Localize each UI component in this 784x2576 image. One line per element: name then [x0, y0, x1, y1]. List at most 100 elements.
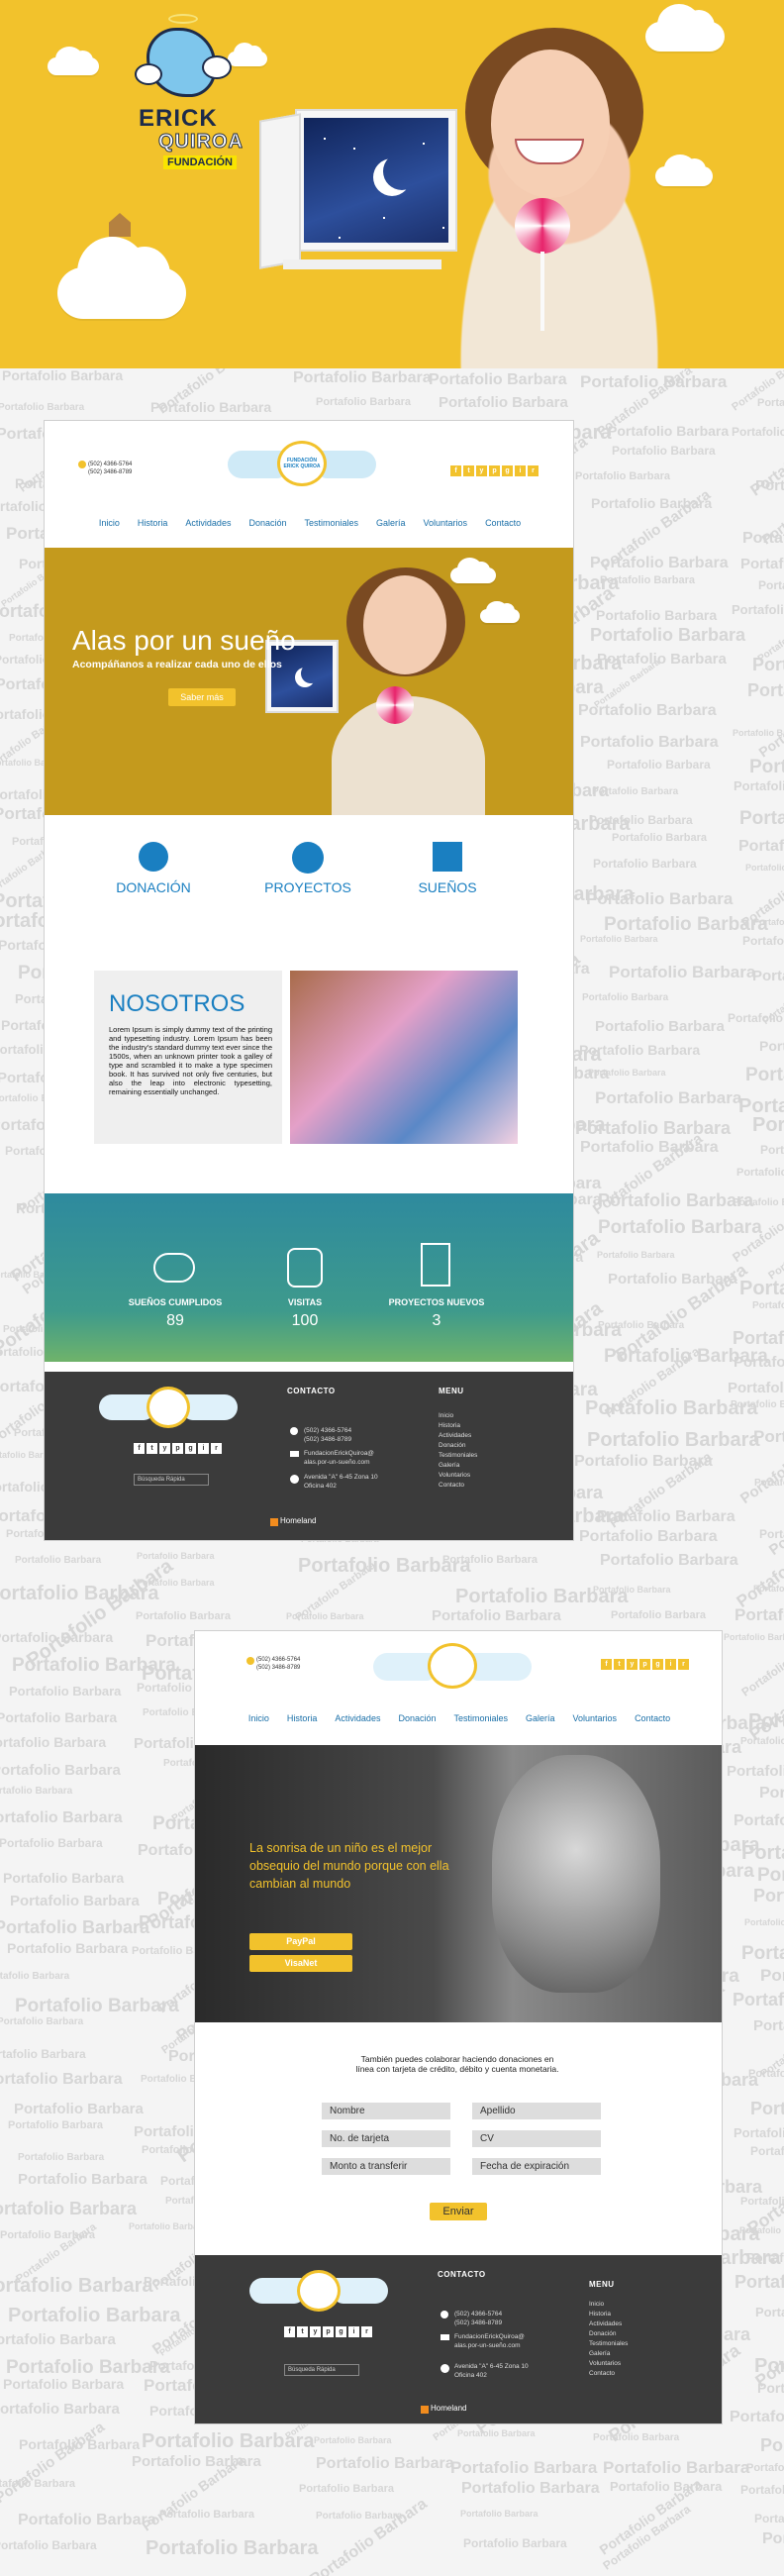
google-icon[interactable]: g: [185, 1443, 196, 1454]
apellido-field[interactable]: Apellido: [472, 2103, 601, 2119]
footer-address-line: Oficina 402: [454, 2372, 487, 2379]
footer-menu: Inicio Historia Actividades Donación Tes…: [439, 1411, 477, 1491]
facebook-icon[interactable]: f: [134, 1443, 145, 1454]
footer-address-line: Avenida "A" 6-45 Zona 10: [454, 2363, 529, 2370]
nav-donacion[interactable]: Donación: [398, 1713, 436, 1723]
watermark-text: Portafolio Barbara: [580, 934, 658, 944]
saber-mas-button[interactable]: Saber más: [168, 688, 236, 706]
nav-galeria[interactable]: Galería: [376, 518, 406, 528]
facebook-icon[interactable]: f: [450, 465, 461, 476]
footer-menu-item[interactable]: Contacto: [439, 1481, 477, 1491]
nombre-field[interactable]: Nombre: [322, 2103, 450, 2119]
nav-testimoniales[interactable]: Testimoniales: [453, 1713, 508, 1723]
twitter-icon[interactable]: t: [463, 465, 474, 476]
site-header: (502) 4366-5764 (502) 3486-8789 FUNDACIÓ…: [45, 421, 573, 528]
watermark-text: Portafolio Barbara: [752, 655, 784, 674]
nav-donacion[interactable]: Donación: [248, 518, 286, 528]
watermark-text: Portafolio Barbara: [742, 530, 784, 547]
facebook-icon[interactable]: f: [284, 2326, 295, 2337]
google-icon[interactable]: g: [336, 2326, 346, 2337]
footer-menu-item[interactable]: Contacto: [589, 2369, 628, 2379]
main-nav: Inicio Historia Actividades Donación Tes…: [45, 518, 573, 528]
footer-menu-item[interactable]: Testimoniales: [589, 2339, 628, 2349]
visanet-button[interactable]: VisaNet: [249, 1955, 352, 1972]
watermark-text: Portafolio Barbara: [745, 863, 784, 873]
nav-historia[interactable]: Historia: [138, 518, 168, 528]
instagram-icon[interactable]: i: [515, 465, 526, 476]
footer-menu-item[interactable]: Galería: [589, 2349, 628, 2359]
rss-icon[interactable]: r: [528, 465, 539, 476]
footer-search-input[interactable]: Búsqueda Rápida: [284, 2364, 359, 2376]
nav-voluntarios[interactable]: Voluntarios: [424, 518, 468, 528]
footer-menu-item[interactable]: Inicio: [439, 1411, 477, 1421]
footer-menu-item[interactable]: Historia: [439, 1421, 477, 1431]
paypal-button[interactable]: PayPal: [249, 1933, 352, 1950]
instagram-icon[interactable]: i: [198, 1443, 209, 1454]
facebook-icon[interactable]: f: [601, 1659, 612, 1670]
feature-suenos[interactable]: SUEÑOS: [418, 879, 476, 895]
feature-donacion[interactable]: DONACIÓN: [116, 879, 190, 895]
google-icon[interactable]: g: [502, 465, 513, 476]
site-logo[interactable]: FUNDACIÓN ERICK QUIROA: [228, 441, 376, 490]
nav-contacto[interactable]: Contacto: [635, 1713, 670, 1723]
stat-value: 100: [291, 1312, 319, 1329]
footer-menu-item[interactable]: Galería: [439, 1461, 477, 1471]
google-icon[interactable]: g: [652, 1659, 663, 1670]
site-footer: ftypgir Búsqueda Rápida CONTACTO (502) 4…: [195, 2255, 722, 2423]
footer-search-input[interactable]: Búsqueda Rápida: [134, 1474, 209, 1486]
family-icon: [287, 1248, 323, 1288]
pinterest-icon[interactable]: p: [172, 1443, 183, 1454]
watermark-text: Portafolio Barbara: [746, 2250, 784, 2265]
rss-icon[interactable]: r: [678, 1659, 689, 1670]
cv-field[interactable]: CV: [472, 2130, 601, 2147]
footer-menu-item[interactable]: Voluntarios: [439, 1471, 477, 1481]
feature-proyectos[interactable]: PROYECTOS: [264, 879, 351, 895]
nav-testimoniales[interactable]: Testimoniales: [304, 518, 358, 528]
pinterest-icon[interactable]: p: [639, 1659, 650, 1670]
twitter-icon[interactable]: t: [614, 1659, 625, 1670]
watermark-text: Portafolio Barbara: [15, 1996, 179, 2016]
nav-actividades[interactable]: Actividades: [335, 1713, 380, 1723]
watermark-text: Portafolio Barbara: [460, 2509, 539, 2519]
nav-contacto[interactable]: Contacto: [485, 518, 521, 528]
youtube-icon[interactable]: y: [310, 2326, 321, 2337]
footer-menu-item[interactable]: Donación: [589, 2329, 628, 2339]
watermark-text: Portafolio Barbara: [596, 607, 718, 623]
footer-menu-item[interactable]: Voluntarios: [589, 2359, 628, 2369]
rss-icon[interactable]: r: [211, 1443, 222, 1454]
nav-actividades[interactable]: Actividades: [185, 518, 231, 528]
site-logo[interactable]: [373, 1643, 532, 1693]
rss-icon[interactable]: r: [361, 2326, 372, 2337]
footer-menu-item[interactable]: Actividades: [439, 1431, 477, 1441]
cloud-icon: [480, 600, 520, 623]
enviar-button[interactable]: Enviar: [430, 2203, 487, 2220]
twitter-icon[interactable]: t: [297, 2326, 308, 2337]
instagram-icon[interactable]: i: [665, 1659, 676, 1670]
instagram-icon[interactable]: i: [348, 2326, 359, 2337]
footer-menu-item[interactable]: Historia: [589, 2310, 628, 2319]
twitter-icon[interactable]: t: [147, 1443, 157, 1454]
monto-field[interactable]: Monto a transferir: [322, 2158, 450, 2175]
footer-menu-item[interactable]: Actividades: [589, 2319, 628, 2329]
footer-credit[interactable]: Homeland: [280, 1516, 316, 1525]
nav-inicio[interactable]: Inicio: [248, 1713, 269, 1723]
footer-email-line: FundacionErickQuiroa@: [454, 2333, 525, 2340]
footer-email: FundacionErickQuiroa@ alas.por-un-sueño.…: [304, 1449, 374, 1467]
watermark-text: Portafolio Barbara: [0, 2478, 75, 2490]
site-footer: ftypgir Búsqueda Rápida CONTACTO (502) 4…: [45, 1372, 573, 1540]
tarjeta-field[interactable]: No. de tarjeta: [322, 2130, 450, 2147]
nav-voluntarios[interactable]: Voluntarios: [573, 1713, 618, 1723]
nav-galeria[interactable]: Galería: [526, 1713, 555, 1723]
youtube-icon[interactable]: y: [159, 1443, 170, 1454]
nav-historia[interactable]: Historia: [287, 1713, 318, 1723]
footer-menu-item[interactable]: Donación: [439, 1441, 477, 1451]
footer-menu-item[interactable]: Inicio: [589, 2300, 628, 2310]
nav-inicio[interactable]: Inicio: [99, 518, 120, 528]
footer-menu-item[interactable]: Testimoniales: [439, 1451, 477, 1461]
youtube-icon[interactable]: y: [476, 465, 487, 476]
pinterest-icon[interactable]: p: [489, 465, 500, 476]
footer-credit[interactable]: Homeland: [431, 2404, 466, 2413]
youtube-icon[interactable]: y: [627, 1659, 637, 1670]
pinterest-icon[interactable]: p: [323, 2326, 334, 2337]
expiracion-field[interactable]: Fecha de expiración: [472, 2158, 601, 2175]
